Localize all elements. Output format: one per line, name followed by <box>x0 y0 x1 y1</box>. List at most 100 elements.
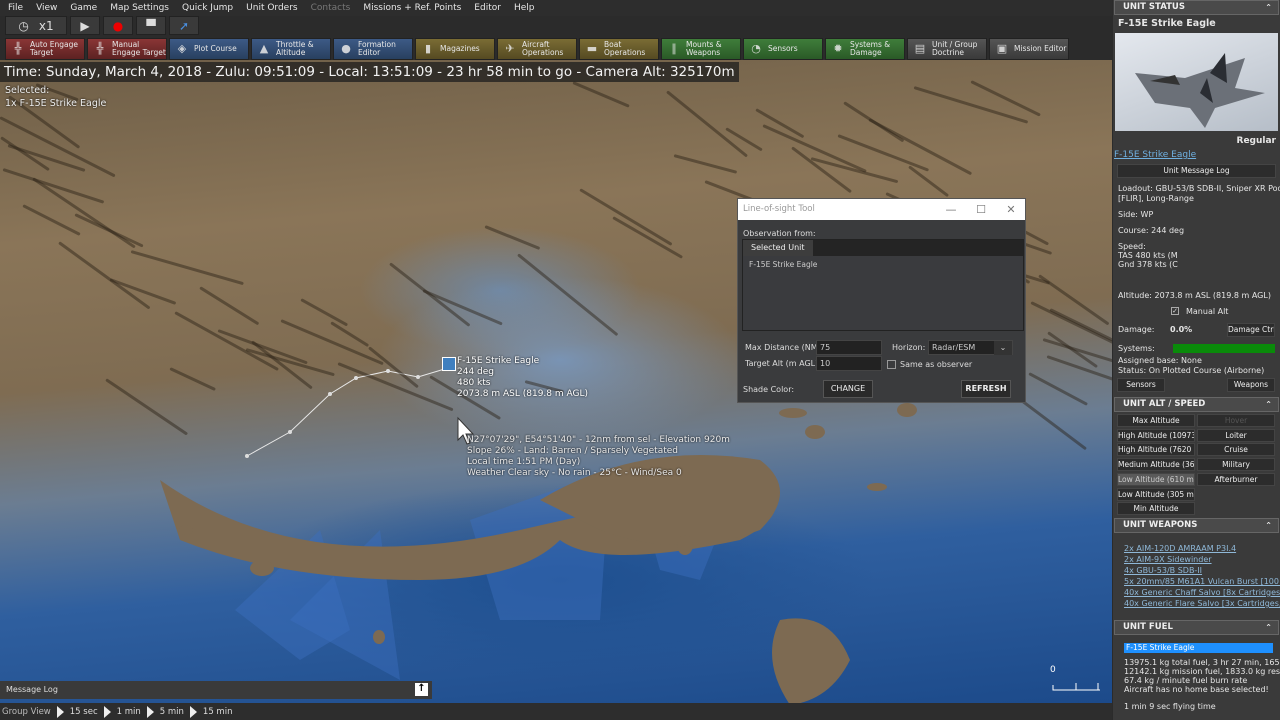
waypoint[interactable] <box>416 375 420 379</box>
waypoint[interactable] <box>386 369 390 373</box>
maximize-icon[interactable]: ☐ <box>966 199 996 220</box>
waypoint[interactable] <box>354 376 358 380</box>
toolbar-mounts-weaponsbutton[interactable]: ∥ Mounts & Weapons <box>661 38 741 60</box>
menu-quick-jump[interactable]: Quick Jump <box>182 3 233 13</box>
play-icon[interactable] <box>56 705 64 718</box>
selected-value: 1x F-15E Strike Eagle <box>5 98 107 109</box>
plotted-course[interactable] <box>246 367 449 457</box>
toolbar-auto-engage-targetbutton[interactable]: ╬ Auto Engage Target <box>5 38 85 60</box>
weapons-button[interactable]: Weapons <box>1227 378 1275 392</box>
altitude-button[interactable]: Max Altitude <box>1117 414 1195 427</box>
menu-file[interactable]: File <box>8 3 23 13</box>
menu-unit-orders[interactable]: Unit Orders <box>246 3 297 13</box>
toolbar-aircraft-operationsbutton[interactable]: ✈ Aircraft Operations <box>497 38 577 60</box>
toolbar-label: Unit / Group Doctrine <box>932 40 978 57</box>
menu-editor[interactable]: Editor <box>474 3 501 13</box>
play-icon[interactable] <box>103 705 111 718</box>
menu-map-settings[interactable]: Map Settings <box>110 3 169 13</box>
change-color-button[interactable]: CHANGE <box>823 380 873 398</box>
weapon-link[interactable]: 2x AIM-9X Sidewinder <box>1124 554 1212 566</box>
waypoint[interactable] <box>328 392 332 396</box>
waypoint[interactable] <box>288 430 292 434</box>
waypoint[interactable] <box>245 454 249 458</box>
unit-status-header[interactable]: UNIT STATUS ⌃ <box>1114 0 1279 15</box>
damage-control-button[interactable]: Damage Ctrl <box>1227 323 1275 337</box>
step-5-min[interactable]: 5 min <box>160 707 184 717</box>
speed-button[interactable]: Afterburner <box>1197 472 1275 486</box>
altitude-button[interactable]: Medium Altitude (3658 <box>1117 458 1195 472</box>
toolbar-plot-coursebutton[interactable]: ◈ Plot Course <box>169 38 249 60</box>
unit-message-log-button[interactable]: Unit Message Log <box>1117 164 1276 178</box>
speed-button[interactable]: Military <box>1197 458 1275 472</box>
weapon-link[interactable]: 4x GBU-53/B SDB-II <box>1124 565 1202 577</box>
menu-game[interactable]: Game <box>70 3 97 13</box>
dialog-titlebar[interactable]: Line-of-sight Tool — ☐ ✕ <box>738 199 1025 220</box>
tab-selected-unit[interactable]: Selected Unit <box>743 240 813 256</box>
collapse-icon[interactable]: ⌃ <box>1265 621 1272 634</box>
weapon-link[interactable]: 2x AIM-120D AMRAAM P3I.4 <box>1124 543 1236 555</box>
observation-panel: Selected Unit F-15E Strike Eagle <box>742 239 1024 331</box>
play-icon[interactable] <box>146 705 154 718</box>
fuel-unit-selected[interactable]: F-15E Strike Eagle <box>1124 643 1273 653</box>
altitude-button[interactable]: Low Altitude (305 m) <box>1117 487 1195 501</box>
max-distance-input[interactable]: 75 <box>816 340 882 355</box>
altitude-button[interactable]: Min Altitude <box>1117 502 1195 516</box>
toolbar-mission-editorbutton[interactable]: ▣ Mission Editor <box>989 38 1069 60</box>
jump-button[interactable]: ➚ <box>169 16 199 35</box>
toolbar-label: Mounts & Weapons <box>686 40 722 57</box>
aircraft-unit-icon[interactable] <box>442 357 456 371</box>
mission-icon: ▣ <box>996 42 1008 55</box>
menu-view[interactable]: View <box>36 3 57 13</box>
weapon-link[interactable]: 40x Generic Chaff Salvo [8x Cartridges] <box>1124 587 1280 599</box>
toolbar-systems-damagebutton[interactable]: ✹ Systems & Damage <box>825 38 905 60</box>
target-alt-input[interactable]: 10 <box>816 356 882 371</box>
play-icon[interactable] <box>189 705 197 718</box>
ammo-icon: ▮ <box>424 42 432 55</box>
collapse-icon[interactable]: ⌃ <box>1265 1 1272 14</box>
manual-alt-checkbox[interactable]: ✓ <box>1171 307 1179 315</box>
step-15-min[interactable]: 15 min <box>203 707 233 717</box>
toolbar-unit-group-doctrinebutton[interactable]: ▤ Unit / Group Doctrine <box>907 38 987 60</box>
altitude-button[interactable]: High Altitude (10973 m <box>1117 428 1195 442</box>
alt-speed-header[interactable]: UNIT ALT / SPEED ⌃ <box>1114 397 1279 412</box>
section-title: UNIT STATUS <box>1123 2 1185 12</box>
weapons-header[interactable]: UNIT WEAPONS ⌃ <box>1114 518 1279 533</box>
altitude-button[interactable]: High Altitude (7620 m) <box>1117 443 1195 457</box>
step-1-min[interactable]: 1 min <box>117 707 141 717</box>
refresh-button[interactable]: REFRESH <box>961 380 1011 398</box>
toolbar-boat-operationsbutton[interactable]: ▬ Boat Operations <box>579 38 659 60</box>
toolbar-formation-editorbutton[interactable]: ● Formation Editor <box>333 38 413 60</box>
weapon-link[interactable]: 40x Generic Flare Salvo [3x Cartridges, … <box>1124 598 1280 610</box>
same-as-observer-label: Same as observer <box>900 360 973 369</box>
menu-help[interactable]: Help <box>514 3 535 13</box>
close-icon[interactable]: ✕ <box>996 199 1026 220</box>
toolbar-magazinesbutton[interactable]: ▮ Magazines <box>415 38 495 60</box>
collapse-icon[interactable]: ⌃ <box>1265 398 1272 411</box>
view-button[interactable]: ▀ <box>136 16 166 35</box>
time-compression-button[interactable]: ◷ x1 <box>5 16 67 35</box>
course-icon: ◈ <box>177 42 187 55</box>
sensors-button[interactable]: Sensors <box>1117 378 1165 392</box>
same-as-observer-checkbox[interactable] <box>887 360 896 369</box>
fuel-header[interactable]: UNIT FUEL ⌃ <box>1114 620 1279 635</box>
toolbar-sensorsbutton[interactable]: ◔ Sensors <box>743 38 823 60</box>
unit-class-link[interactable]: F-15E Strike Eagle <box>1114 150 1196 160</box>
list-item[interactable]: F-15E Strike Eagle <box>749 260 1017 269</box>
speed-button[interactable]: Loiter <box>1197 428 1275 442</box>
expand-up-icon[interactable]: ↑ <box>415 683 428 696</box>
message-log-bar[interactable]: Message Log ↑ <box>0 681 432 699</box>
toolbar-throttle-altitudebutton[interactable]: ▲ Throttle & Altitude <box>251 38 331 60</box>
weapon-link[interactable]: 5x 20mm/85 M61A1 Vulcan Burst [100 rnds <box>1124 576 1280 588</box>
record-button[interactable]: ● <box>103 16 133 35</box>
collapse-icon[interactable]: ⌃ <box>1265 519 1272 532</box>
toolbar-manual-engage-targetbutton[interactable]: ╬ Manual Engage Target <box>87 38 167 60</box>
horizon-select[interactable]: Radar/ESM ⌄ <box>928 340 1013 355</box>
observer-list[interactable]: F-15E Strike Eagle <box>743 256 1023 330</box>
step-15-sec[interactable]: 15 sec <box>70 707 98 717</box>
menu-bar: File View Game Map Settings Quick Jump U… <box>0 0 1112 16</box>
play-button[interactable]: ▶ <box>70 16 100 35</box>
altitude-button[interactable]: Low Altitude (610 m) <box>1117 472 1195 486</box>
menu-missions[interactable]: Missions + Ref. Points <box>363 3 461 13</box>
minimize-icon[interactable]: — <box>936 199 966 220</box>
speed-button[interactable]: Cruise <box>1197 443 1275 457</box>
